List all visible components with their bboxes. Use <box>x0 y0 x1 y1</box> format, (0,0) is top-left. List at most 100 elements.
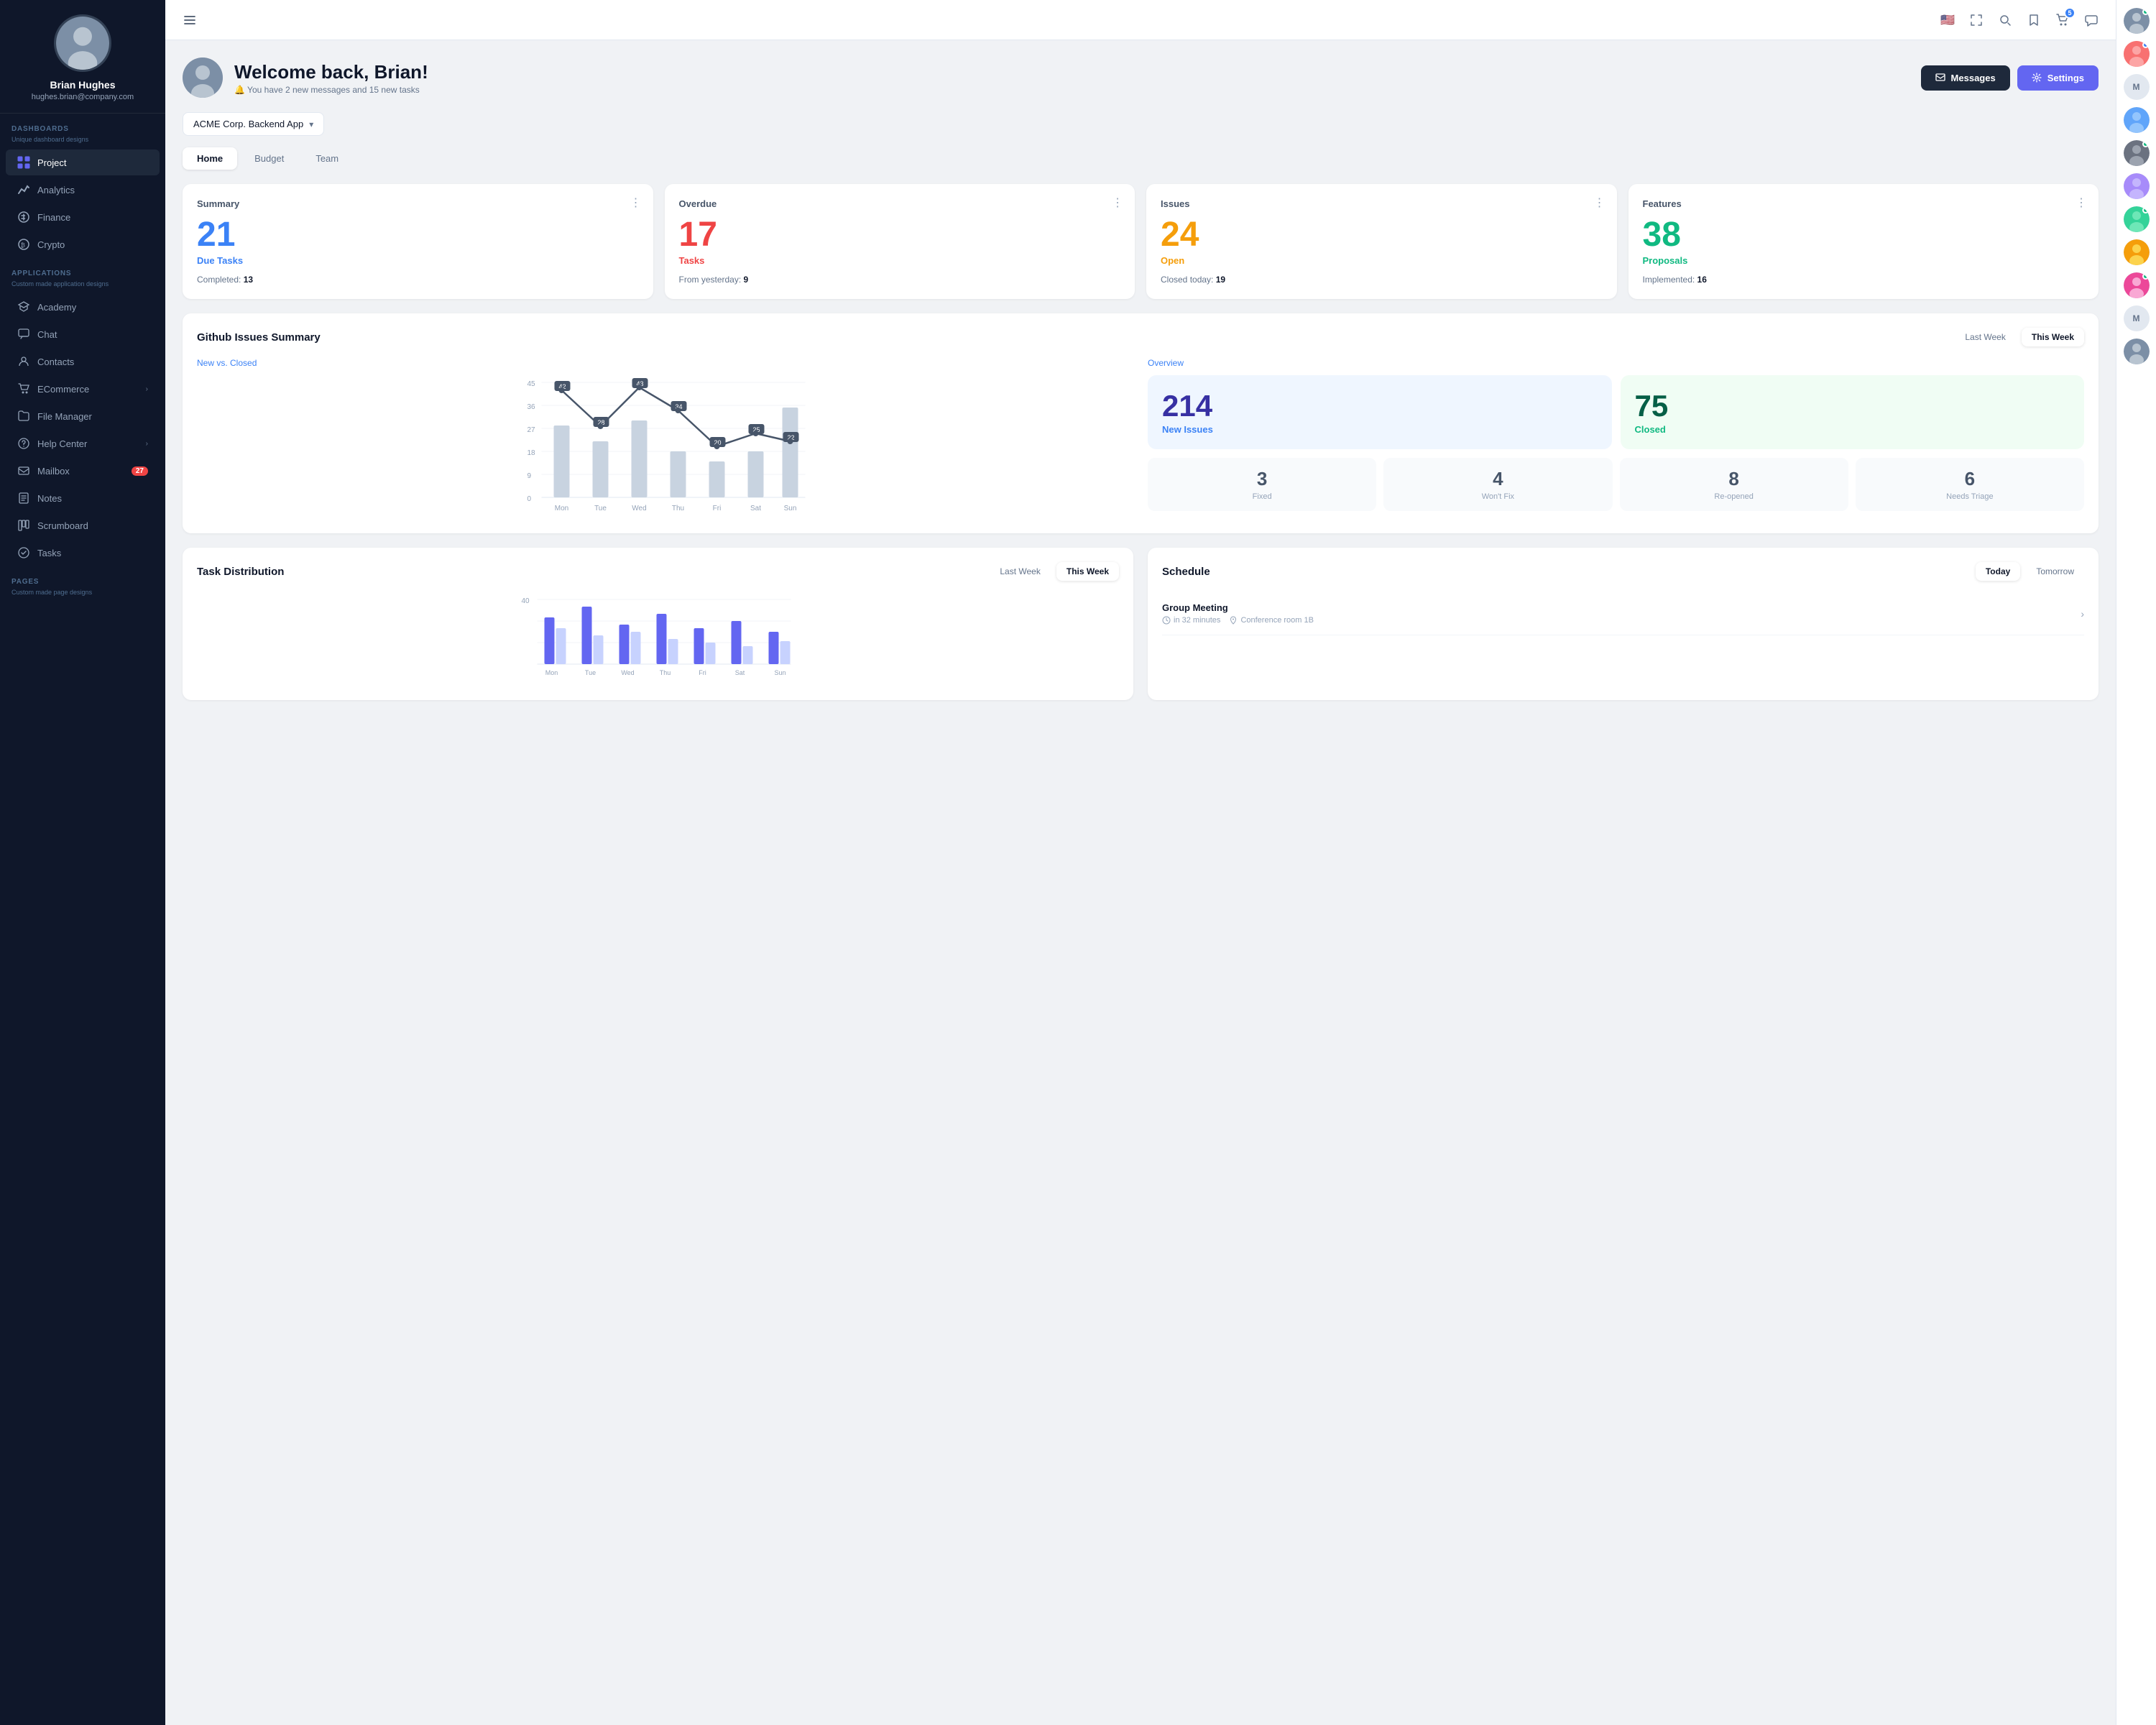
sidebar-mailbox-label: Mailbox <box>37 466 70 477</box>
settings-button[interactable]: Settings <box>2017 65 2099 91</box>
github-body: New vs. Closed 45 36 27 18 9 0 <box>197 358 2084 519</box>
github-overview-section: Overview 214 New Issues 75 Closed <box>1148 358 2084 519</box>
right-avatar-placeholder-M1[interactable]: M <box>2124 74 2150 100</box>
github-fixed-label: Fixed <box>1158 492 1366 501</box>
online-dot-0 <box>2142 9 2149 15</box>
right-avatar-1[interactable] <box>2124 41 2150 67</box>
github-triage-label: Needs Triage <box>1866 492 2074 501</box>
schedule-tomorrow-btn[interactable]: Tomorrow <box>2026 562 2084 581</box>
tab-team[interactable]: Team <box>301 147 353 170</box>
sidebar-item-academy[interactable]: Academy <box>6 294 160 320</box>
summary-card-features: Features ⋮ 38 Proposals Implemented: 16 <box>1628 184 2099 299</box>
welcome-section: Welcome back, Brian! 🔔 You have 2 new me… <box>183 58 2099 98</box>
online-dot-3 <box>2142 141 2149 147</box>
flag-icon[interactable]: 🇺🇸 <box>1938 10 1958 30</box>
online-dot-7 <box>2142 273 2149 280</box>
svg-text:Wed: Wed <box>632 505 646 512</box>
summary-label-0: Due Tasks <box>197 255 639 266</box>
github-chart-svg: 45 36 27 18 9 0 <box>197 375 1133 519</box>
topbar-chat-icon[interactable] <box>2081 10 2101 30</box>
summary-number-3: 38 <box>1643 218 2085 252</box>
summary-card-title-2: Issues <box>1161 198 1603 209</box>
github-section-actions: Last Week This Week <box>1955 328 2084 346</box>
content-body: Welcome back, Brian! 🔔 You have 2 new me… <box>165 40 2116 1725</box>
fullscreen-icon[interactable] <box>1966 10 1986 30</box>
right-avatar-8[interactable] <box>2124 339 2150 364</box>
menu-icon[interactable] <box>180 10 200 30</box>
summary-sub-3: Implemented: 16 <box>1643 275 2085 285</box>
bookmark-icon[interactable] <box>2024 10 2044 30</box>
tab-home[interactable]: Home <box>183 147 237 170</box>
github-closed-label: Closed <box>1635 424 1666 435</box>
summary-card-menu-2[interactable]: ⋮ <box>1594 196 1606 210</box>
task-dist-this-week-btn[interactable]: This Week <box>1056 562 1119 581</box>
welcome-actions: Messages Settings <box>1921 65 2099 91</box>
schedule-info-0: Group Meeting in 32 minutes Conference r… <box>1162 602 2081 625</box>
welcome-heading: Welcome back, Brian! <box>234 61 428 83</box>
sidebar-item-mailbox[interactable]: Mailbox 27 <box>6 458 160 484</box>
schedule-today-btn[interactable]: Today <box>1976 562 2020 581</box>
github-this-week-btn[interactable]: This Week <box>2022 328 2084 346</box>
summary-card-menu-0[interactable]: ⋮ <box>630 196 642 210</box>
sidebar-item-filemanager[interactable]: File Manager <box>6 403 160 429</box>
sidebar-analytics-label: Analytics <box>37 185 75 196</box>
github-section-header: Github Issues Summary Last Week This Wee… <box>197 328 2084 346</box>
right-avatar-2[interactable] <box>2124 107 2150 133</box>
svg-text:36: 36 <box>528 403 536 411</box>
tabs: Home Budget Team <box>183 147 2099 170</box>
chat-icon <box>17 328 30 341</box>
github-section-title: Github Issues Summary <box>197 331 321 344</box>
summary-card-title-0: Summary <box>197 198 639 209</box>
github-stat-wontfix: 4 Won't Fix <box>1383 458 1612 511</box>
schedule-chevron-icon[interactable]: › <box>2081 608 2084 620</box>
sidebar-item-chat[interactable]: Chat <box>6 321 160 347</box>
summary-card-menu-3[interactable]: ⋮ <box>2076 196 2087 210</box>
sidebar-item-ecommerce[interactable]: ECommerce › <box>6 376 160 402</box>
github-section: Github Issues Summary Last Week This Wee… <box>183 313 2099 533</box>
right-avatar-3[interactable] <box>2124 140 2150 166</box>
tab-budget[interactable]: Budget <box>240 147 298 170</box>
sidebar-contacts-label: Contacts <box>37 356 74 367</box>
welcome-avatar <box>183 58 223 98</box>
right-avatar-7[interactable] <box>2124 272 2150 298</box>
right-avatar-4[interactable] <box>2124 173 2150 199</box>
svg-text:Tue: Tue <box>594 505 607 512</box>
github-last-week-btn[interactable]: Last Week <box>1955 328 2015 346</box>
app-selector[interactable]: ACME Corp. Backend App ▾ <box>183 112 324 136</box>
sidebar-item-scrumboard[interactable]: Scrumboard <box>6 512 160 538</box>
dashboards-section-sub: Unique dashboard designs <box>0 136 165 149</box>
sidebar-finance-label: Finance <box>37 212 70 223</box>
topbar: 🇺🇸 <box>165 0 2116 40</box>
helpcenter-chevron-icon: › <box>146 440 148 448</box>
sidebar-item-helpcenter[interactable]: Help Center › <box>6 431 160 456</box>
sidebar-item-crypto[interactable]: ₿ Crypto <box>6 231 160 257</box>
bottom-grid: Task Distribution Last Week This Week 40 <box>183 548 2099 714</box>
sidebar-item-tasks[interactable]: Tasks <box>6 540 160 566</box>
search-icon[interactable] <box>1995 10 2015 30</box>
right-avatar-5[interactable] <box>2124 206 2150 232</box>
summary-card-menu-1[interactable]: ⋮ <box>1112 196 1123 210</box>
right-avatar-6[interactable] <box>2124 239 2150 265</box>
right-avatar-0[interactable] <box>2124 8 2150 34</box>
github-chart-label: New vs. Closed <box>197 358 1133 368</box>
task-dist-title: Task Distribution <box>197 566 284 578</box>
task-dist-last-week-btn[interactable]: Last Week <box>990 562 1050 581</box>
sidebar-item-project[interactable]: Project <box>6 150 160 175</box>
right-avatar-placeholder-M2[interactable]: M <box>2124 305 2150 331</box>
messages-button[interactable]: Messages <box>1921 65 2010 91</box>
summary-label-1: Tasks <box>679 255 1121 266</box>
sidebar-item-finance[interactable]: Finance <box>6 204 160 230</box>
schedule-title: Schedule <box>1162 566 1210 578</box>
github-overview-bottom: 3 Fixed 4 Won't Fix 8 Re-opened 6 <box>1148 458 2084 511</box>
sidebar-item-contacts[interactable]: Contacts <box>6 349 160 374</box>
sidebar-item-analytics[interactable]: Analytics <box>6 177 160 203</box>
app-selector-label: ACME Corp. Backend App <box>193 119 303 129</box>
github-closed-card: 75 Closed <box>1621 375 2085 449</box>
schedule-item-title-0: Group Meeting <box>1162 602 2081 613</box>
sidebar-item-notes[interactable]: Notes <box>6 485 160 511</box>
ecommerce-icon <box>17 382 30 395</box>
app-selector-chevron-icon: ▾ <box>309 119 313 129</box>
svg-text:18: 18 <box>528 449 536 457</box>
welcome-subtext: 🔔 You have 2 new messages and 15 new tas… <box>234 85 428 95</box>
task-dist-actions: Last Week This Week <box>990 562 1119 581</box>
